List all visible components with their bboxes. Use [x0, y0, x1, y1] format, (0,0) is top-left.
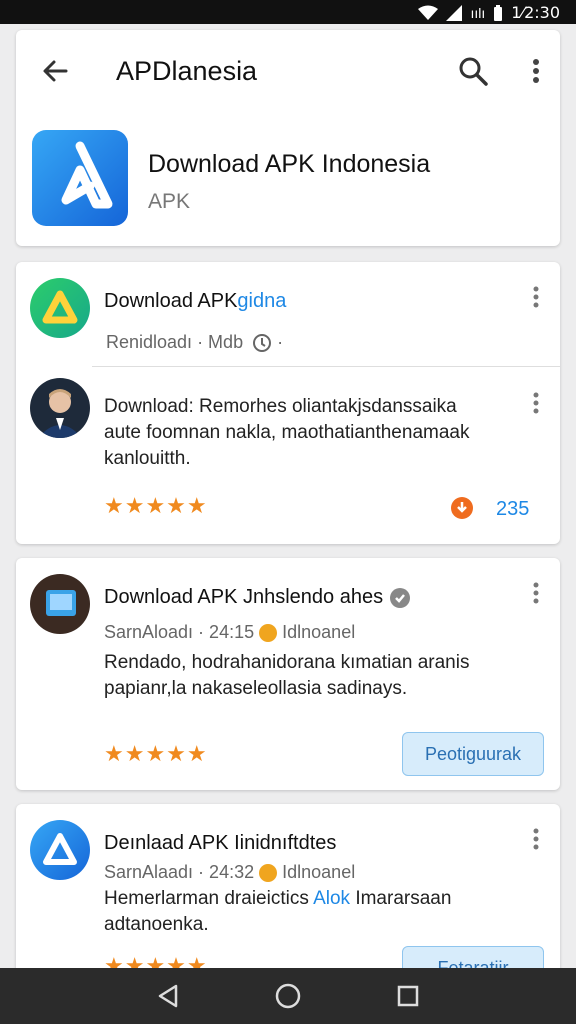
more-vert-icon[interactable]: [532, 392, 540, 414]
user-avatar: [30, 378, 90, 438]
app-header-card: APDlanesia Download APK Indonesia APK: [16, 30, 560, 246]
app-logo-icon: [32, 130, 128, 226]
listing-card[interactable]: Download APKgidna Renidloadı · Mdb · Dow…: [16, 262, 560, 544]
search-icon[interactable]: [456, 54, 490, 88]
app-avatar: [30, 820, 90, 880]
like-icon[interactable]: [450, 496, 474, 520]
listing-meta-channel: Idlnoanel: [282, 862, 356, 882]
comment-text: aute foomnan nakla, maothatianthenamaak …: [104, 422, 470, 469]
star-rating: ★★★★★: [104, 494, 208, 519]
listing-meta-date: SarnAloadı · 24:15: [104, 622, 255, 642]
person-photo: [38, 389, 82, 438]
listing-meta: SarnAlaadı · 24:32 Idlnoanel: [104, 862, 355, 883]
wifi-icon: [418, 5, 439, 20]
battery-icon: [494, 4, 503, 21]
listing-description: Rendado, hodrahanidorana kımatian aranis…: [104, 652, 470, 699]
app-bar-title: APDlanesia: [116, 56, 258, 86]
signal-icon: [446, 4, 463, 21]
star-rating: ★★★★★: [104, 742, 208, 767]
signal-bars: ıılı: [470, 4, 486, 21]
listing-meta-date: SarnAlaadı · 24:32: [104, 862, 255, 882]
logo-icon: [42, 290, 78, 324]
clock: 1⁄2:30: [511, 3, 560, 22]
like-count: 235: [496, 498, 530, 520]
status-icons: ıılı 1⁄2:30: [418, 3, 560, 22]
tablet-photo: [46, 590, 76, 616]
more-vert-icon[interactable]: [532, 58, 540, 84]
listing-title: Download APK Jnhslendo ahes: [104, 586, 411, 609]
comment-title: Download: Remorhes oliantakjsdanssaika: [104, 396, 457, 417]
back-triangle-icon[interactable]: [154, 982, 182, 1010]
listing-card[interactable]: Download APK Jnhslendo ahes SarnAloadı ·…: [16, 558, 560, 790]
status-bar: ıılı 1⁄2:30: [0, 0, 576, 24]
listing-meta-text: Renidloadı · Mdb: [106, 332, 244, 352]
listing-title: Deınlaad APK Iinidnıftdtes: [104, 832, 337, 854]
more-vert-icon[interactable]: [532, 582, 540, 604]
verified-icon: [389, 587, 410, 608]
listing-meta: SarnAloadı · 24:15 Idlnoanel: [104, 622, 355, 643]
info-icon: [253, 334, 272, 353]
recents-square-icon[interactable]: [394, 982, 422, 1010]
logo-icon: [43, 833, 77, 865]
action-button[interactable]: Peotiguurak: [402, 732, 544, 776]
listing-title-text: Download APK Jnhslendo ahes: [104, 586, 384, 608]
app-name: Download APK Indonesia: [148, 150, 431, 178]
description-link[interactable]: Alok: [313, 888, 350, 909]
listing-title: Download APKgidna: [104, 290, 286, 313]
more-vert-icon[interactable]: [532, 828, 540, 850]
description-part: Hemerlarman draieictics: [104, 888, 309, 909]
listing-description: Hemerlarman draieictics Alok Imararsaan …: [104, 886, 524, 938]
home-circle-icon[interactable]: [274, 982, 302, 1010]
system-nav-bar: [0, 968, 576, 1024]
user-avatar: [30, 574, 90, 634]
listing-meta-channel: Idlnoanel: [282, 622, 356, 642]
listing-title-accent: gidna: [237, 290, 287, 312]
back-arrow-icon[interactable]: [40, 56, 70, 86]
coin-icon: [259, 624, 278, 643]
comment-body: Download: Remorhes oliantakjsdanssaika a…: [104, 394, 524, 472]
app-avatar: [30, 278, 90, 338]
app-type: APK: [148, 190, 191, 213]
more-vert-icon[interactable]: [532, 286, 540, 308]
listing-meta: Renidloadı · Mdb ·: [106, 332, 283, 353]
divider: [92, 366, 560, 367]
coin-icon: [259, 864, 278, 883]
listing-meta-suffix: ·: [277, 332, 284, 352]
listing-title-text: Download APK: [104, 290, 238, 312]
